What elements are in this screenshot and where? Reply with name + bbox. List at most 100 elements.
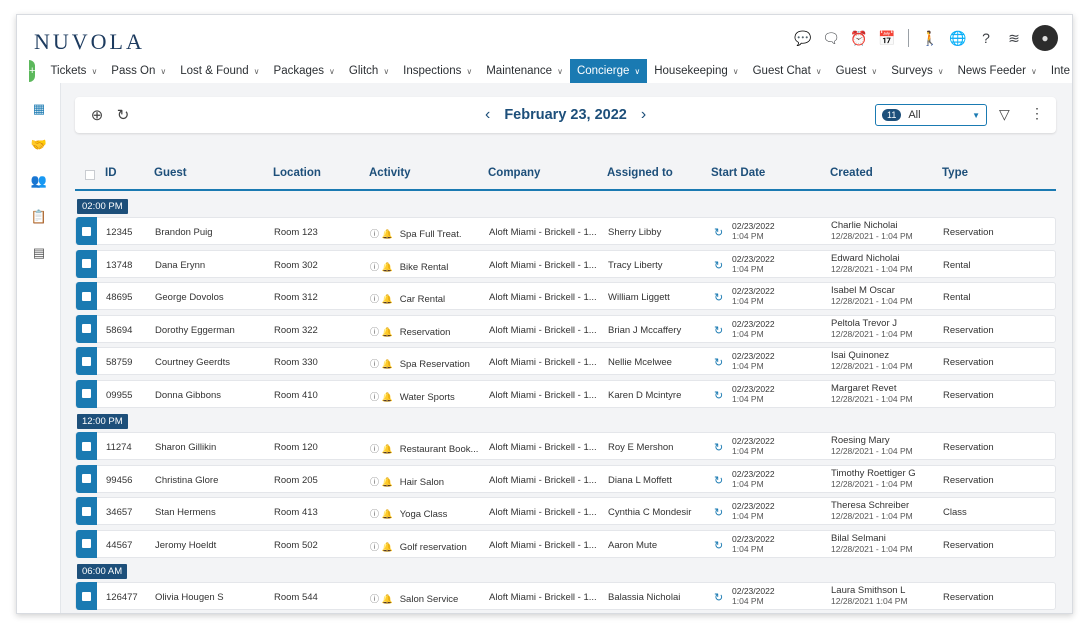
sidebar: ▦ 🤝 👥 📋 ▤ bbox=[17, 83, 61, 613]
help-icon[interactable]: ? bbox=[976, 28, 996, 48]
column-id[interactable]: ID bbox=[105, 167, 117, 179]
column-location[interactable]: Location bbox=[273, 167, 321, 179]
row-checkbox[interactable] bbox=[76, 379, 97, 408]
row-checkbox[interactable] bbox=[76, 282, 97, 310]
settings-sliders-icon[interactable]: ≋ bbox=[1004, 28, 1024, 48]
info-bell-icon[interactable]: ⓘ 🔔 bbox=[370, 392, 393, 402]
cell-type: Reservation bbox=[943, 389, 994, 401]
column-activity[interactable]: Activity bbox=[369, 167, 411, 179]
more-vertical-icon[interactable]: ⋮ bbox=[1030, 105, 1044, 122]
info-bell-icon[interactable]: ⓘ 🔔 bbox=[370, 359, 393, 369]
row-checkbox[interactable] bbox=[76, 464, 97, 493]
column-start-date[interactable]: Start Date bbox=[711, 167, 765, 179]
chevron-down-icon: ∨ bbox=[732, 66, 739, 76]
table-row[interactable]: 126477 Olivia Hougen S Room 544 Aloft Miami… bbox=[75, 582, 1056, 610]
add-plus-button[interactable]: + bbox=[29, 60, 36, 82]
table-row[interactable]: 58694 Dorothy Eggerman Room 322 Aloft Miami… bbox=[75, 314, 1056, 343]
next-date-icon[interactable]: › bbox=[641, 106, 646, 124]
cell-id: 58759 bbox=[106, 357, 133, 368]
row-checkbox[interactable] bbox=[76, 347, 97, 375]
chevron-down-icon: ∨ bbox=[91, 66, 98, 76]
message-icon[interactable]: 🗨 bbox=[821, 28, 841, 48]
table-row[interactable]: 13748 Dana Erynn Room 302 Aloft Miami - Bri… bbox=[75, 249, 1056, 278]
column-guest[interactable]: Guest bbox=[154, 167, 187, 179]
nav-item-news-feeder[interactable]: News Feeder ∨ bbox=[951, 59, 1044, 83]
column-company[interactable]: Company bbox=[488, 167, 540, 179]
table-row[interactable]: 11274 Sharon Gillikin Room 120 Aloft Miami … bbox=[75, 432, 1056, 460]
table-row[interactable]: 99456 Christina Glore Room 205 Aloft Miami … bbox=[75, 464, 1056, 493]
alarm-clock-icon[interactable]: ⏰ bbox=[849, 28, 869, 48]
info-bell-icon[interactable]: ⓘ 🔔 bbox=[370, 477, 393, 487]
nav-item-tickets[interactable]: Tickets ∨ bbox=[43, 59, 104, 83]
row-checkbox[interactable] bbox=[76, 314, 97, 343]
column-type[interactable]: Type bbox=[942, 167, 968, 179]
chevron-down-icon: ▼ bbox=[972, 110, 980, 120]
nav-item-label: Guest Chat bbox=[752, 65, 811, 77]
handshake-icon[interactable]: 🤝 bbox=[17, 127, 61, 163]
cell-assigned: Aaron Mute bbox=[608, 539, 658, 551]
chat-bubble-icon[interactable]: 💬 bbox=[793, 28, 813, 48]
info-bell-icon[interactable]: ⓘ 🔔 bbox=[370, 262, 393, 272]
add-circle-icon[interactable]: ⊕ bbox=[87, 105, 107, 125]
start-date-value: 02/23/2022 bbox=[732, 318, 775, 329]
row-checkbox[interactable] bbox=[76, 497, 97, 525]
clipboard-icon[interactable]: 📋 bbox=[17, 199, 61, 235]
table-row[interactable]: 58759 Courtney Geerdts Room 330 Aloft Miami… bbox=[75, 347, 1056, 375]
globe-icon[interactable]: 🌐 bbox=[948, 28, 968, 48]
nav-item-packages[interactable]: Packages ∨ bbox=[267, 59, 342, 83]
cell-created: Edward Nicholai 12/28/2021 - 1:04 PM bbox=[831, 253, 913, 274]
table-row[interactable]: 48695 George Dovolos Room 312 Aloft Miami -… bbox=[75, 282, 1056, 310]
column-created[interactable]: Created bbox=[830, 167, 873, 179]
nav-item-guest[interactable]: Guest ∨ bbox=[829, 59, 885, 83]
info-bell-icon[interactable]: ⓘ 🔔 bbox=[370, 444, 393, 454]
select-all-checkbox[interactable] bbox=[85, 170, 95, 180]
nav-item-housekeeping[interactable]: Housekeeping ∨ bbox=[647, 59, 745, 83]
column-assigned[interactable]: Assigned to bbox=[607, 167, 673, 179]
info-bell-icon[interactable]: ⓘ 🔔 bbox=[370, 327, 393, 337]
prev-date-icon[interactable]: ‹ bbox=[485, 106, 490, 124]
nav-item-guest-chat[interactable]: Guest Chat ∨ bbox=[746, 59, 829, 83]
chevron-down-icon: ∨ bbox=[1030, 66, 1037, 76]
info-bell-icon[interactable]: ⓘ 🔔 bbox=[370, 509, 393, 519]
avatar[interactable]: ● bbox=[1032, 25, 1058, 51]
row-checkbox[interactable] bbox=[76, 249, 97, 278]
nav-item-inspections[interactable]: Inspections ∨ bbox=[396, 59, 479, 83]
created-by: Theresa Schreiber bbox=[831, 500, 910, 511]
info-bell-icon[interactable]: ⓘ 🔔 bbox=[370, 294, 393, 304]
document-icon[interactable]: ▤ bbox=[17, 235, 61, 271]
created-at: 12/28/2021 - 1:04 PM bbox=[831, 361, 913, 371]
nav-item-glitch[interactable]: Glitch ∨ bbox=[342, 59, 396, 83]
nav-item-maintenance[interactable]: Maintenance ∨ bbox=[479, 59, 570, 83]
table-row[interactable]: 09955 Donna Gibbons Room 410 Aloft Miami - … bbox=[75, 379, 1056, 408]
cell-created: Laura Smithson L 12/28/2021 1:04 PM bbox=[831, 586, 908, 607]
row-checkbox[interactable] bbox=[76, 529, 97, 558]
walk-icon[interactable]: 🚶 bbox=[920, 28, 940, 48]
nav-item-pass-on[interactable]: Pass On ∨ bbox=[104, 59, 173, 83]
refresh-icon[interactable]: ↻ bbox=[113, 105, 133, 125]
calendar-icon[interactable]: 📅 bbox=[877, 28, 897, 48]
filter-funnel-icon[interactable]: ▽ bbox=[999, 106, 1010, 123]
cell-type: Rental bbox=[943, 292, 971, 303]
start-time-value: 1:04 PM bbox=[732, 231, 764, 241]
cell-guest: Sharon Gillikin bbox=[155, 442, 217, 453]
cell-company: Aloft Miami - Brickell - 1... bbox=[489, 227, 597, 238]
nav-item-lost-found[interactable]: Lost & Found ∨ bbox=[173, 59, 266, 83]
nav-item-inte[interactable]: Inte bbox=[1044, 59, 1072, 83]
table-row[interactable]: 44567 Jeromy Hoeldt Room 502 Aloft Miami - … bbox=[75, 529, 1056, 558]
info-bell-icon[interactable]: ⓘ 🔔 bbox=[370, 542, 393, 552]
row-checkbox[interactable] bbox=[76, 432, 97, 460]
nav-item-surveys[interactable]: Surveys ∨ bbox=[884, 59, 950, 83]
table-row[interactable]: 34657 Stan Hermens Room 413 Aloft Miami - B… bbox=[75, 497, 1056, 525]
calendar-grid-icon[interactable]: ▦ bbox=[17, 91, 61, 127]
info-bell-icon[interactable]: ⓘ 🔔 bbox=[370, 229, 393, 239]
status-filter-select[interactable]: 11 All ▼ bbox=[875, 104, 987, 126]
people-icon[interactable]: 👥 bbox=[17, 163, 61, 199]
info-bell-icon[interactable]: ⓘ 🔔 bbox=[370, 594, 393, 604]
table-row[interactable]: 12345 Brandon Puig Room 123 Aloft Miami - B… bbox=[75, 217, 1056, 245]
row-checkbox[interactable] bbox=[76, 582, 97, 610]
created-by: Isabel M Oscar bbox=[831, 285, 895, 296]
row-checkbox[interactable] bbox=[76, 217, 97, 245]
nav-item-label: Tickets bbox=[50, 65, 87, 77]
cell-activity: ⓘ 🔔 Hair Salon bbox=[370, 475, 444, 488]
nav-item-concierge[interactable]: Concierge ∨ bbox=[569, 59, 648, 83]
